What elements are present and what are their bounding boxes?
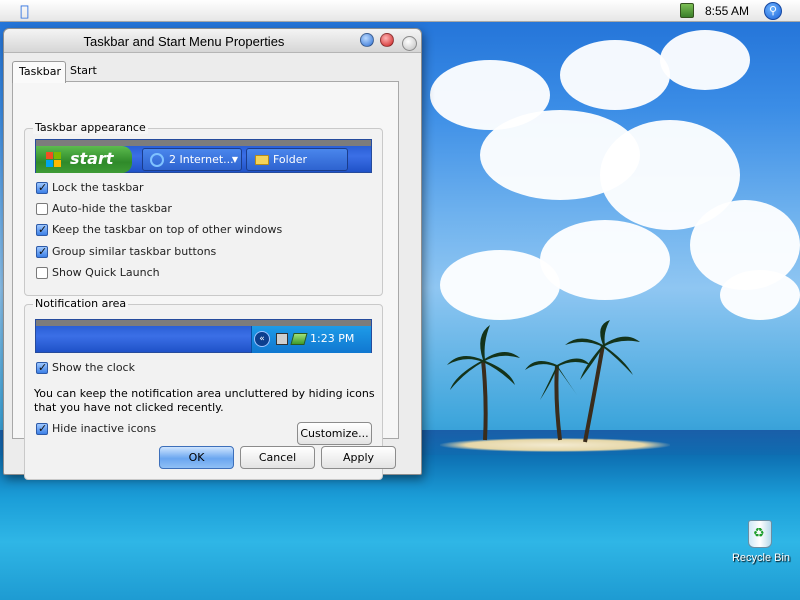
internet-explorer-icon — [150, 153, 164, 167]
apple-logo-icon[interactable]:  — [20, 3, 36, 19]
taskbar-appearance-group: Taskbar appearance start 2 Internet... ▼ — [24, 121, 383, 296]
apply-button[interactable]: Apply — [321, 446, 396, 469]
option-label: Group similar taskbar buttons — [52, 245, 217, 258]
option-label: Auto-hide the taskbar — [52, 202, 172, 215]
checkbox[interactable] — [36, 181, 48, 194]
start-label: start — [70, 149, 114, 168]
ok-button[interactable]: OK — [159, 446, 234, 469]
taskbar-item-folder: Folder — [246, 148, 348, 171]
customize-button[interactable]: Customize... — [297, 422, 372, 445]
windows-logo-icon — [46, 152, 61, 167]
palm-trees — [447, 320, 640, 443]
task-label: 2 Internet... — [169, 153, 234, 166]
checkbox[interactable] — [36, 203, 48, 215]
option-label: Keep the taskbar on top of other windows — [52, 223, 283, 236]
option-label: Hide inactive icons — [52, 422, 157, 435]
taskbar-properties-window: Taskbar and Start Menu Properties Taskba… — [3, 28, 422, 480]
tab-taskbar[interactable]: Taskbar — [12, 61, 66, 83]
app-tray-icon — [290, 333, 308, 345]
option-label: Lock the taskbar — [52, 181, 144, 194]
group-title-notification-area: Notification area — [33, 297, 129, 310]
menu-bar:  8:55 AM ⚲ — [0, 0, 800, 22]
menubar-clock[interactable]: 8:55 AM — [705, 4, 749, 18]
option-label: Show the clock — [52, 361, 135, 374]
checkbox[interactable] — [36, 223, 48, 236]
network-icon — [276, 333, 288, 345]
start-button-preview: start — [36, 146, 132, 173]
checkbox[interactable] — [36, 267, 48, 279]
checkbox[interactable] — [36, 422, 48, 435]
taskbar-preview: start 2 Internet... ▼ Folder — [35, 139, 372, 173]
folder-icon — [255, 155, 269, 165]
help-button[interactable] — [360, 33, 374, 47]
notification-area-preview: « 1:23 PM — [35, 319, 372, 353]
task-label: Folder — [273, 153, 307, 166]
group-title-taskbar-appearance: Taskbar appearance — [33, 121, 148, 134]
taskbar-tab-panel: Taskbar appearance start 2 Internet... ▼ — [12, 81, 399, 480]
chevron-left-icon: « — [254, 331, 270, 347]
toolbar-toggle-button[interactable] — [402, 36, 417, 51]
system-tray-preview: « 1:23 PM — [251, 326, 371, 353]
close-button[interactable] — [380, 33, 394, 47]
tray-clock: 1:23 PM — [310, 332, 355, 345]
option-label: Show Quick Launch — [52, 266, 160, 279]
spotlight-search-icon[interactable]: ⚲ — [764, 2, 782, 20]
recycle-bin-label[interactable]: Recycle Bin — [728, 552, 794, 564]
checkbox[interactable] — [36, 361, 48, 374]
notification-area-description: You can keep the notification area unclu… — [34, 387, 375, 414]
window-title: Taskbar and Start Menu Properties — [83, 34, 285, 49]
chevron-down-icon: ▼ — [231, 155, 238, 164]
checkbox[interactable] — [36, 245, 48, 258]
app-status-icon[interactable] — [680, 3, 694, 18]
recycle-symbol-icon: ♻ — [753, 526, 765, 541]
cancel-button[interactable]: Cancel — [240, 446, 315, 469]
title-bar[interactable]: Taskbar and Start Menu Properties — [4, 29, 421, 53]
taskbar-group-internet: 2 Internet... ▼ — [142, 148, 242, 171]
recycle-bin-icon[interactable]: ♻ — [745, 516, 775, 550]
tab-start-menu[interactable]: Start Menu — [64, 61, 134, 97]
